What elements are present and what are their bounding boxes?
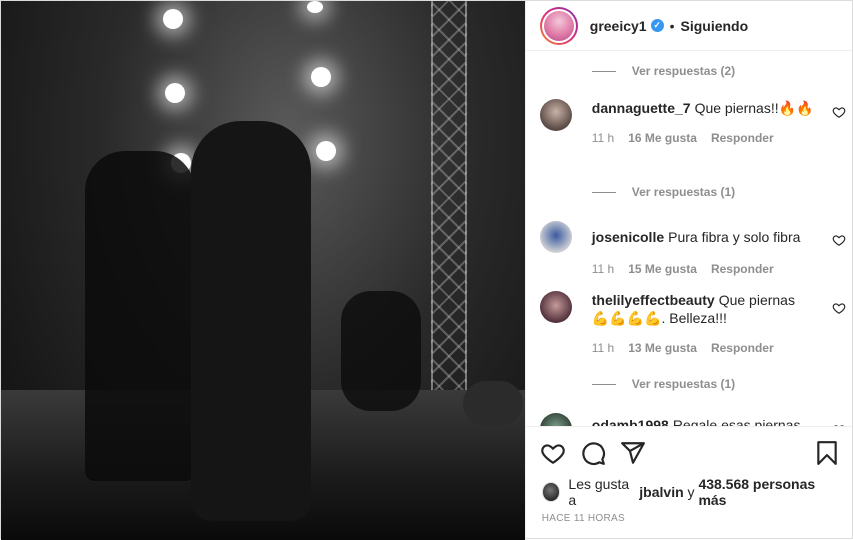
comment-username[interactable]: josenicolle (592, 229, 664, 245)
comment-item: josenicolle Pura fibra y solo fibra 11 h … (539, 221, 846, 276)
comment-username[interactable]: odamb1998 (592, 417, 669, 426)
view-replies-label: Ver respuestas (1) (631, 185, 736, 199)
stage-light (165, 83, 185, 103)
post-photo[interactable] (1, 1, 525, 540)
stage-light (311, 67, 331, 87)
stage-equipment (463, 381, 523, 426)
post-sidebar: greeicy1 ✓ • Siguiendo Ver respuestas (2… (524, 1, 852, 540)
share-icon[interactable] (620, 440, 646, 466)
comment-meta: 11 h 13 Me gusta Responder (592, 341, 846, 355)
dancer-figure (85, 151, 195, 481)
comment-text: Pura fibra y solo fibra (668, 229, 801, 245)
crew-figure (341, 291, 421, 411)
view-replies-button[interactable]: Ver respuestas (2) (591, 64, 736, 78)
view-replies-label: Ver respuestas (1) (631, 377, 736, 391)
comment-text: Que piernas!!🔥🔥 (694, 100, 814, 116)
comment-body: dannaguette_7 Que piernas!!🔥🔥 (592, 99, 846, 117)
stage-light (163, 9, 183, 29)
like-comment-heart-icon[interactable] (832, 105, 846, 119)
reply-button[interactable]: Responder (711, 131, 774, 145)
comment-likes[interactable]: 16 Me gusta (628, 131, 697, 145)
commenter-avatar[interactable] (539, 291, 572, 323)
likes-count-button[interactable]: 438.568 personas más (698, 476, 836, 508)
post-timestamp[interactable]: HACE 11 HORAS (526, 506, 852, 540)
follow-status-button[interactable]: Siguiendo (681, 18, 749, 34)
comment-likes[interactable]: 15 Me gusta (628, 262, 697, 276)
comment-body: thelilyeffectbeauty Que piernas 💪💪💪💪. Bel… (592, 291, 846, 327)
commenter-avatar[interactable] (539, 413, 572, 426)
comment-body: josenicolle Pura fibra y solo fibra (592, 221, 846, 246)
liker-username[interactable]: jbalvin (639, 484, 683, 500)
likes-prefix: Les gusta a (568, 476, 630, 508)
likes-connector: y (687, 484, 695, 500)
reply-button[interactable]: Responder (711, 341, 774, 355)
commenter-avatar[interactable] (539, 99, 572, 131)
stage-truss (431, 1, 467, 421)
comment-username[interactable]: dannaguette_7 (592, 100, 691, 116)
like-comment-heart-icon[interactable] (832, 423, 846, 426)
instagram-post: greeicy1 ✓ • Siguiendo Ver respuestas (2… (0, 0, 853, 540)
header-separator: • (669, 17, 675, 34)
comment-body: odamb1998 Regale esas piernas (592, 413, 846, 426)
save-icon[interactable] (814, 440, 840, 466)
stage-light (307, 1, 323, 13)
post-actions-bar (525, 426, 852, 478)
comment-time[interactable]: 11 h (592, 341, 614, 355)
comment-likes[interactable]: 13 Me gusta (628, 341, 697, 355)
comment-meta: 11 h 16 Me gusta Responder (592, 131, 846, 145)
commenter-avatar[interactable] (539, 221, 572, 253)
user-avatar[interactable] (539, 6, 578, 45)
view-replies-button[interactable]: Ver respuestas (1) (591, 377, 736, 391)
header-username[interactable]: greeicy1 (590, 18, 647, 34)
heart-icon[interactable] (540, 440, 566, 466)
comment-time[interactable]: 11 h (592, 131, 614, 145)
comment-username[interactable]: thelilyeffectbeauty (592, 292, 715, 308)
comments-list[interactable]: Ver respuestas (2) dannaguette_7 Que pier… (526, 51, 852, 426)
comment-time[interactable]: 11 h (592, 262, 614, 276)
verified-icon: ✓ (650, 19, 664, 32)
like-comment-heart-icon[interactable] (832, 233, 846, 247)
view-replies-button[interactable]: Ver respuestas (1) (591, 185, 736, 199)
view-replies-label: Ver respuestas (2) (631, 64, 736, 78)
comment-item: thelilyeffectbeauty Que piernas 💪💪💪💪. Bel… (539, 291, 846, 355)
singer-figure (191, 121, 311, 521)
like-comment-heart-icon[interactable] (832, 301, 846, 315)
comment-item: dannaguette_7 Que piernas!!🔥🔥 11 h 16 Me … (539, 99, 846, 145)
likes-summary: Les gusta a jbalvin y 438.568 personas m… (526, 476, 852, 508)
liker-avatar[interactable] (541, 482, 561, 502)
stage-light (316, 141, 336, 161)
comment-icon[interactable] (580, 440, 606, 466)
comment-text: Regale esas piernas (672, 417, 801, 426)
post-header: greeicy1 ✓ • Siguiendo (525, 1, 852, 51)
reply-button[interactable]: Responder (711, 262, 774, 276)
comment-meta: 11 h 15 Me gusta Responder (592, 262, 846, 276)
comment-item: odamb1998 Regale esas piernas (539, 413, 846, 426)
